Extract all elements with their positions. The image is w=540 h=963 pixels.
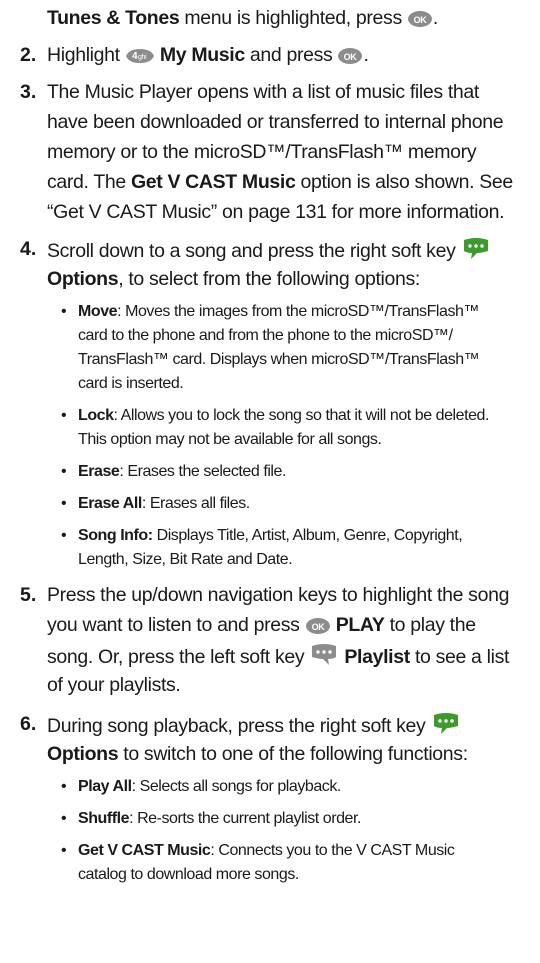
option-lock-line-1: : Allows you to lock the song so that it… <box>113 407 490 424</box>
bullet: • <box>61 778 67 795</box>
svg-text:OK: OK <box>344 52 358 62</box>
svg-text:OK: OK <box>414 15 428 25</box>
playlist-label: Playlist <box>344 646 410 668</box>
step3-line-1: The Music Player opens with a list of mu… <box>47 81 479 103</box>
option-get-v-cast-music-line-1: : Connects you to the V CAST Music <box>210 842 455 859</box>
option-get-v-cast-music: Get V CAST Music: Connects you to the V … <box>78 839 455 863</box>
step2-text: Highlight <box>47 44 125 66</box>
step-number: 4. <box>20 238 37 260</box>
ok-button-icon: OK <box>407 10 433 35</box>
option-move: Move: Moves the images from the microSD™… <box>78 300 479 324</box>
option-play-all: Play All: Selects all songs for playback… <box>78 775 341 799</box>
bullet: • <box>61 842 67 859</box>
option-erase: Erase: Erases the selected file. <box>78 460 286 484</box>
option-song-info-label: Song Info: <box>78 527 153 544</box>
option-move-line-1: : Moves the images from the microSD™/Tra… <box>117 303 480 320</box>
option-move-line-2: card to the phone and from the phone to … <box>78 327 453 344</box>
option-play-all-label: Play All <box>78 778 132 795</box>
number-4-key-icon: 4 ghi <box>125 47 155 72</box>
option-erase-all: Erase All: Erases all files. <box>78 492 250 516</box>
step5-line-3-pre: song. Or, press the left soft key <box>47 646 310 668</box>
step5-line-1: Press the up/down navigation keys to hig… <box>47 584 510 606</box>
step5-line-3-post: to see a list <box>409 646 510 668</box>
step3-line-4-post: option is also shown. See <box>295 171 514 193</box>
left-soft-key-icon <box>309 643 339 674</box>
step1-text: menu is highlighted, press <box>179 7 407 29</box>
svg-text:ghi: ghi <box>138 54 147 61</box>
option-shuffle-line-1: : Re-sorts the current playlist order. <box>129 810 361 827</box>
option-song-info: Song Info: Displays Title, Artist, Album… <box>78 524 463 548</box>
option-get-v-cast-music-line-2: catalog to download more songs. <box>78 866 299 883</box>
option-shuffle-label: Shuffle <box>78 810 130 827</box>
step6-line-1-text: During song playback, press the right so… <box>47 715 431 737</box>
step-number: 3. <box>20 81 37 103</box>
play-label: PLAY <box>335 614 385 636</box>
step5-line-2: you want to listen to and press OK PLAY … <box>47 613 476 642</box>
option-move-label: Move <box>78 303 118 320</box>
option-erase-all-line-1: : Erases all files. <box>141 495 250 512</box>
options-label: Options <box>47 268 119 290</box>
svg-text:OK: OK <box>311 622 325 632</box>
right-soft-key-icon <box>461 237 491 268</box>
bullet: • <box>61 527 67 544</box>
step2-line: Highlight 4 ghi My Music and press OK. <box>47 43 369 72</box>
step3-line-2: have been downloaded or transferred to i… <box>47 111 504 133</box>
bullet: • <box>61 303 67 320</box>
step4-line-2-post: , to select from the following options: <box>118 268 420 290</box>
manual-page: Tunes & Tones menu is highlighted, press… <box>0 0 540 963</box>
option-move-line-3: TransFlash™ card. Displays when microSD™… <box>78 351 480 368</box>
step3-line-4: card. The Get V CAST Music option is als… <box>47 170 513 195</box>
step2-period: . <box>363 44 369 66</box>
bullet: • <box>61 463 67 480</box>
option-lock-line-2: This option may not be available for all… <box>78 431 382 448</box>
step4-line-1-text: Scroll down to a song and press the righ… <box>47 240 461 262</box>
step1-period: . <box>432 7 438 29</box>
step5-line-3: song. Or, press the left soft key Playli… <box>47 643 509 674</box>
option-lock: Lock: Allows you to lock the song so tha… <box>78 404 489 428</box>
options-label: Options <box>47 743 119 765</box>
step6-line-2: Options to switch to one of the followin… <box>47 742 468 767</box>
step2-text-mid: and press <box>244 44 338 66</box>
right-soft-key-icon <box>431 712 461 743</box>
option-erase-all-label: Erase All <box>78 495 142 512</box>
option-move-line-4: card is inserted. <box>78 375 184 392</box>
step6-line-2-post: to switch to one of the following functi… <box>118 743 468 765</box>
tunes-tones-label: Tunes & Tones <box>47 7 180 29</box>
ok-button-icon: OK <box>305 617 331 642</box>
step4-line-1: Scroll down to a song and press the righ… <box>47 237 491 268</box>
option-song-info-line-2: Length, Size, Bit Rate and Date. <box>78 551 293 568</box>
step-number: 5. <box>20 584 37 606</box>
ok-button-icon: OK <box>337 47 363 72</box>
step3-line-3: memory or to the microSD™/TransFlash™ me… <box>47 141 477 163</box>
step1-line: Tunes & Tones menu is highlighted, press… <box>47 6 438 35</box>
option-get-v-cast-music-label: Get V CAST Music <box>78 842 211 859</box>
option-lock-label: Lock <box>78 407 114 424</box>
get-v-cast-music-label: Get V CAST Music <box>130 171 296 193</box>
my-music-label: My Music <box>159 44 245 66</box>
step3-line-4-pre: card. The <box>47 171 131 193</box>
step5-line-4: of your playlists. <box>47 674 181 696</box>
option-shuffle: Shuffle: Re-sorts the current playlist o… <box>78 807 361 831</box>
bullet: • <box>61 495 67 512</box>
option-song-info-line-1: Displays Title, Artist, Album, Genre, Co… <box>152 527 463 544</box>
step4-line-2: Options, to select from the following op… <box>47 267 420 292</box>
option-erase-label: Erase <box>78 463 120 480</box>
option-play-all-line-1: : Selects all songs for playback. <box>131 778 342 795</box>
step3-line-5: “Get V CAST Music” on page 131 for more … <box>47 201 505 223</box>
bullet: • <box>61 407 67 424</box>
step5-line-2-post: to play the <box>384 614 476 636</box>
option-erase-line-1: : Erases the selected file. <box>119 463 286 480</box>
bullet: • <box>61 810 67 827</box>
step5-line-2-pre: you want to listen to and press <box>47 614 305 636</box>
step-number: 2. <box>20 44 37 66</box>
step-number: 6. <box>20 713 37 735</box>
step6-line-1: During song playback, press the right so… <box>47 712 461 743</box>
